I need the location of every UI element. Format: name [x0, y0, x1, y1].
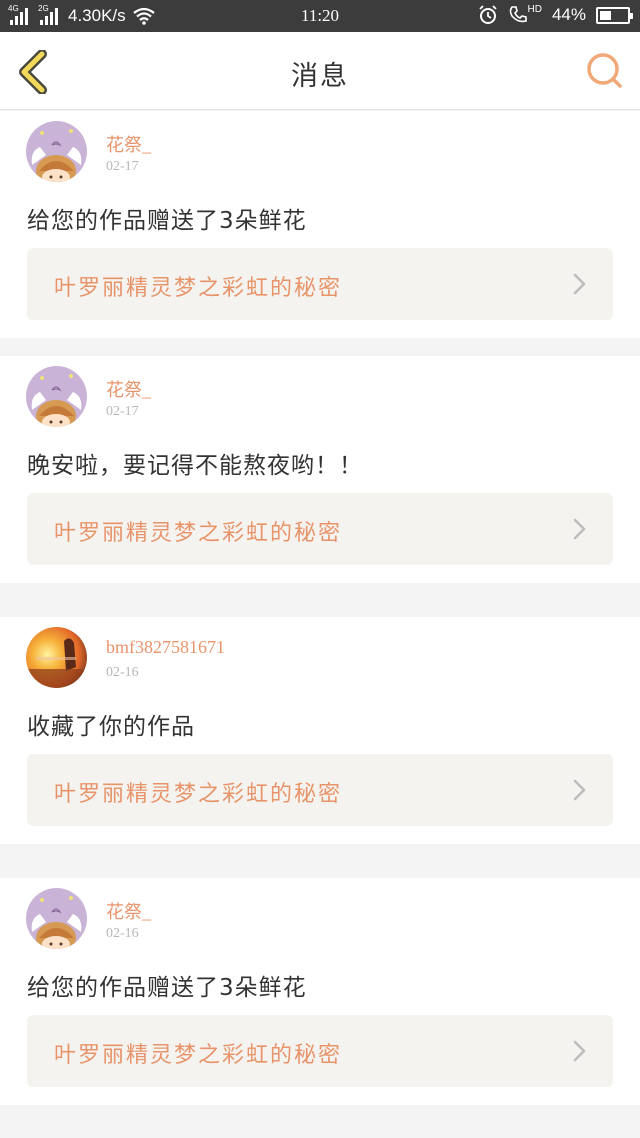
status-bar: 4G 2G 4.30K/s 11:20 HD 44% [0, 0, 640, 32]
battery-icon [596, 6, 633, 24]
message-card: 花祭_ 02-16 给您的作品赠送了3朵鲜花 叶罗丽精灵梦之彩虹的秘密 [0, 878, 640, 1105]
user-avatar[interactable] [26, 121, 87, 182]
phone-icon [509, 6, 527, 23]
work-title: 叶罗丽精灵梦之彩虹的秘密 [54, 276, 343, 301]
message-text: 给您的作品赠送了3朵鲜花 [27, 975, 307, 1001]
anime-girl-avatar-icon [26, 121, 87, 182]
user-avatar[interactable] [26, 627, 87, 688]
title-bar: 消息 [0, 32, 640, 110]
work-title: 叶罗丽精灵梦之彩虹的秘密 [54, 782, 343, 807]
username[interactable]: 花祭_ [106, 131, 151, 157]
sunset-avatar-icon [26, 627, 87, 688]
message-date: 02-17 [106, 404, 139, 419]
work-link[interactable]: 叶罗丽精灵梦之彩虹的秘密 [27, 493, 613, 565]
message-text: 给您的作品赠送了3朵鲜花 [27, 208, 307, 234]
username[interactable]: 花祭_ [106, 376, 151, 402]
chevron-right-icon [573, 518, 586, 540]
alarm-icon [478, 5, 497, 24]
battery-percent: 44% [551, 5, 586, 24]
anime-girl-avatar-icon [26, 888, 87, 949]
message-date: 02-16 [106, 926, 139, 941]
search-icon [587, 53, 622, 88]
hd-tag: HD [527, 4, 542, 15]
battery-fill [600, 10, 612, 20]
hd-call-icon: HD [508, 5, 542, 25]
chevron-right-icon [573, 1040, 586, 1062]
chevron-right-icon [573, 779, 586, 801]
work-link[interactable]: 叶罗丽精灵梦之彩虹的秘密 [27, 248, 613, 320]
work-title: 叶罗丽精灵梦之彩虹的秘密 [54, 1043, 343, 1068]
user-avatar[interactable] [26, 888, 87, 949]
message-text: 晚安啦，要记得不能熬夜哟！！ [27, 453, 363, 479]
message-date: 02-16 [106, 665, 139, 680]
username[interactable]: 花祭_ [106, 898, 151, 924]
search-button[interactable] [584, 50, 626, 92]
username[interactable]: bmf3827581671 [106, 637, 225, 658]
page-title: 消息 [291, 61, 349, 92]
message-text: 收藏了你的作品 [27, 714, 195, 740]
work-title: 叶罗丽精灵梦之彩虹的秘密 [54, 521, 343, 546]
work-link[interactable]: 叶罗丽精灵梦之彩虹的秘密 [27, 1015, 613, 1087]
work-link[interactable]: 叶罗丽精灵梦之彩虹的秘密 [27, 754, 613, 826]
message-date: 02-17 [106, 159, 139, 174]
status-right: HD 44% [478, 5, 633, 25]
message-card: 花祭_ 02-17 给您的作品赠送了3朵鲜花 叶罗丽精灵梦之彩虹的秘密 [0, 111, 640, 338]
anime-girl-avatar-icon [26, 366, 87, 427]
chevron-right-icon [573, 273, 586, 295]
message-card: 花祭_ 02-17 晚安啦，要记得不能熬夜哟！！ 叶罗丽精灵梦之彩虹的秘密 [0, 356, 640, 583]
user-avatar[interactable] [26, 366, 87, 427]
message-card: bmf3827581671 02-16 收藏了你的作品 叶罗丽精灵梦之彩虹的秘密 [0, 617, 640, 844]
message-list: 花祭_ 02-17 给您的作品赠送了3朵鲜花 叶罗丽精灵梦之彩虹的秘密 花祭_ … [0, 111, 640, 1138]
